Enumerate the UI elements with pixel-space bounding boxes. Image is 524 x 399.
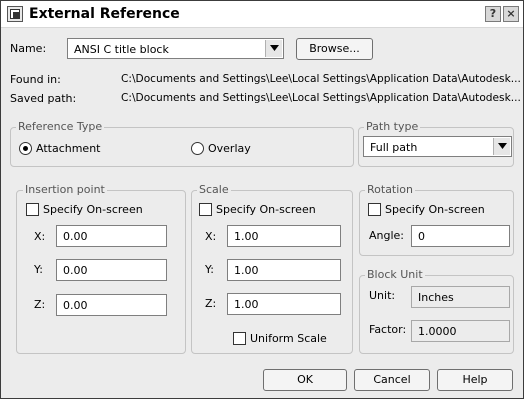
scale-x-label: X: — [205, 230, 217, 243]
attachment-radio[interactable] — [19, 142, 32, 155]
scale-x-input[interactable]: 1.00 — [227, 225, 341, 247]
scale-z-input[interactable]: 1.00 — [227, 293, 341, 315]
insertion-z-label: Z: — [34, 298, 46, 311]
insertion-specify-label[interactable]: Specify On-screen — [43, 203, 143, 216]
cancel-button[interactable]: Cancel — [354, 369, 430, 391]
chevron-down-icon[interactable] — [265, 40, 282, 57]
overlay-label[interactable]: Overlay — [208, 142, 251, 155]
uniform-scale-label[interactable]: Uniform Scale — [250, 332, 327, 345]
unit-value: Inches — [411, 286, 510, 308]
dialog-title: External Reference — [29, 6, 180, 22]
insertion-z-input[interactable]: 0.00 — [56, 294, 167, 316]
saved-path-value: C:\Documents and Settings\Lee\Local Sett… — [121, 92, 521, 104]
scale-specify-label[interactable]: Specify On-screen — [216, 203, 316, 216]
chevron-down-icon[interactable] — [493, 138, 510, 155]
insertion-x-input[interactable]: 0.00 — [56, 225, 167, 247]
insertion-x-label: X: — [34, 230, 46, 243]
angle-label: Angle: — [369, 229, 405, 242]
rotation-specify-label[interactable]: Specify On-screen — [385, 203, 485, 216]
unit-label: Unit: — [369, 289, 396, 302]
uniform-scale-checkbox[interactable] — [233, 332, 246, 345]
help-button[interactable]: Help — [437, 369, 513, 391]
insertion-y-input[interactable]: 0.00 — [56, 259, 167, 281]
block-unit-title: Block Unit — [365, 268, 425, 281]
insertion-specify-checkbox[interactable] — [26, 203, 39, 216]
factor-value: 1.0000 — [411, 320, 510, 342]
browse-button[interactable]: Browse... — [296, 38, 373, 60]
rotation-specify-checkbox[interactable] — [368, 203, 381, 216]
path-type-title: Path type — [364, 120, 421, 133]
name-dropdown[interactable]: ANSI C title block — [67, 38, 284, 59]
reference-type-title: Reference Type — [16, 120, 105, 133]
saved-path-label: Saved path: — [10, 92, 77, 105]
found-in-path: C:\Documents and Settings\Lee\Local Sett… — [121, 73, 521, 85]
overlay-radio[interactable] — [191, 142, 204, 155]
angle-input[interactable]: 0 — [411, 225, 510, 247]
name-value: ANSI C title block — [74, 43, 169, 56]
factor-label: Factor: — [369, 323, 407, 336]
scale-y-label: Y: — [205, 263, 214, 276]
path-type-value: Full path — [370, 141, 418, 154]
insertion-point-title: Insertion point — [23, 183, 107, 196]
name-label: Name: — [10, 42, 47, 55]
path-type-dropdown[interactable]: Full path — [363, 136, 512, 157]
close-title-button[interactable]: × — [503, 6, 519, 22]
scale-z-label: Z: — [205, 297, 217, 310]
help-title-button[interactable]: ? — [485, 6, 501, 22]
ok-button[interactable]: OK — [263, 369, 347, 391]
scale-y-input[interactable]: 1.00 — [227, 259, 341, 281]
title-bar: External Reference ? × — [1, 1, 523, 28]
scale-title: Scale — [197, 183, 231, 196]
external-reference-dialog: External Reference ? × Name: ANSI C titl… — [0, 0, 524, 399]
xref-icon — [7, 6, 23, 22]
scale-specify-checkbox[interactable] — [199, 203, 212, 216]
attachment-label[interactable]: Attachment — [36, 142, 101, 155]
rotation-title: Rotation — [365, 183, 416, 196]
insertion-y-label: Y: — [34, 263, 43, 276]
found-in-label: Found in: — [10, 73, 61, 86]
